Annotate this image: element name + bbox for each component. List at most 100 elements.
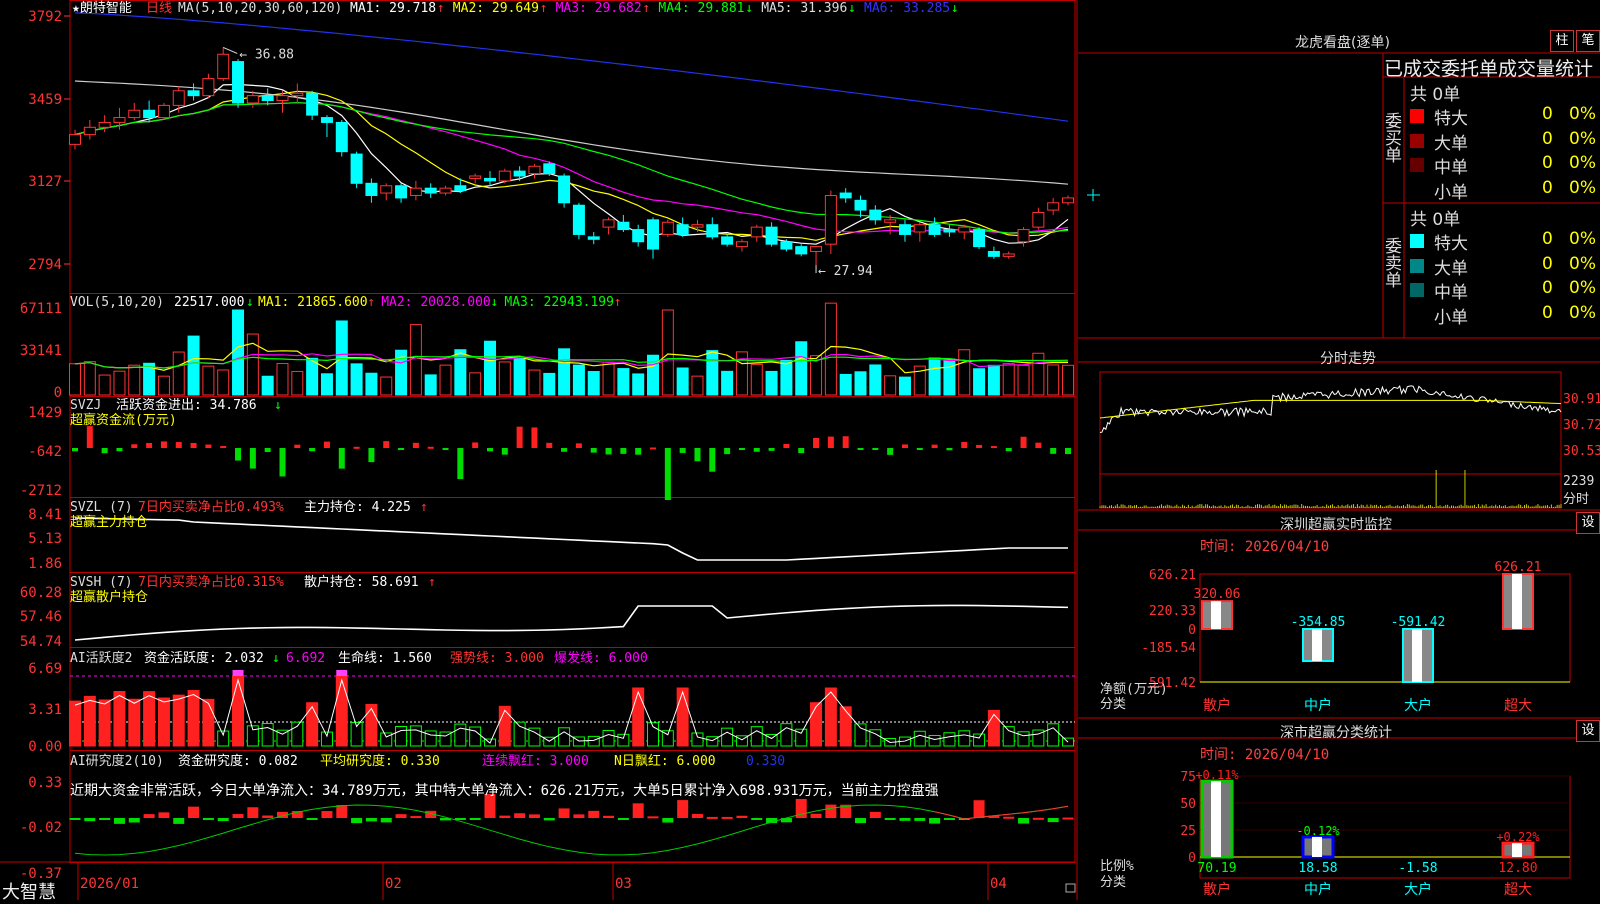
fl-value-label: 18.58 — [1298, 861, 1337, 876]
svzl-net-ratio: 7日内买卖净占比0.493% — [138, 499, 284, 515]
ai1-life-line: 生命线: 1.560 — [338, 650, 432, 666]
fund-flow-bar — [872, 448, 879, 450]
volume-bar — [839, 373, 852, 396]
category-settings-button[interactable]: 设 — [1576, 720, 1600, 742]
bar-mode-button[interactable]: 柱 — [1550, 30, 1574, 52]
research-bar — [69, 818, 81, 820]
main-chart-canvas[interactable]: 3792 3459 3127 2794 ← 36.88 ← 27.94 ★朗特智能 日线 MA(… — [0, 0, 1600, 900]
candle-body — [1017, 229, 1030, 243]
research-bar — [914, 818, 926, 821]
candle-body — [691, 224, 704, 228]
volume-bar — [987, 364, 1000, 396]
fund-flow-bar — [160, 441, 167, 448]
ma-value-1: MA1: 29.718 — [350, 1, 436, 16]
activity-bar — [172, 694, 185, 747]
vol-title: VOL(5,10,20) — [70, 295, 164, 310]
fund-flow-bar — [472, 442, 479, 448]
activity-bar — [157, 697, 170, 747]
research-bar — [128, 818, 140, 823]
intraday-avg-line — [1099, 399, 1562, 419]
ma-value-4: MA4: 29.881 — [658, 1, 744, 16]
sz-value-label: 626.21 — [1495, 560, 1542, 575]
candle-body — [898, 224, 911, 235]
fund-flow-bar — [457, 448, 464, 480]
fl-bar-highlight — [1312, 836, 1322, 857]
sz-settings-button[interactable]: 设 — [1576, 512, 1600, 534]
fl-category: 中户 — [1304, 881, 1332, 898]
ai2-consecutive-red: 连续飘红: 3.000 — [482, 753, 589, 769]
volume-bar — [113, 370, 126, 396]
candle-body — [469, 175, 482, 179]
intraday-title: 分时走势 — [1320, 351, 1376, 367]
activity-bar — [1017, 731, 1030, 747]
volume-bar — [884, 375, 897, 396]
fund-flow-bar — [679, 448, 686, 453]
candle-body — [143, 109, 156, 119]
activity-bar — [973, 733, 986, 747]
candle-body — [543, 163, 556, 175]
vol-y-tick: 67111 — [20, 301, 62, 317]
activity-bar — [750, 726, 763, 747]
candle-body — [172, 90, 185, 106]
sell-row: 中单 0 0% — [1404, 278, 1600, 303]
research-bar — [603, 815, 615, 818]
activity-bar — [602, 730, 615, 747]
svsh-y-tick: 57.46 — [20, 609, 62, 625]
svzj-y-tick: 1429 — [28, 405, 62, 421]
stock-name: ★朗特智能 — [72, 1, 132, 16]
research-bar — [706, 816, 718, 819]
fund-flow-bar — [842, 436, 849, 448]
fund-flow-bar — [575, 443, 582, 448]
activity-bar — [839, 706, 852, 747]
sz-monitor-time: 时间: 2026/04/10 — [1200, 539, 1330, 555]
candle-body — [587, 236, 600, 240]
candle-body — [839, 192, 852, 199]
activity-bar — [810, 702, 823, 747]
volume-bar — [498, 361, 511, 396]
research-bar — [617, 818, 629, 820]
volume-bar — [202, 365, 215, 396]
research-bar — [588, 810, 600, 818]
volume-bar — [854, 371, 867, 396]
svzj-subtitle: 超赢资金流(万元) — [70, 412, 177, 428]
fund-flow-bar — [531, 427, 538, 448]
volume-bar — [1002, 363, 1015, 396]
sz-value-label: -354.85 — [1291, 615, 1346, 630]
fund-flow-bar — [976, 444, 983, 448]
research-bar — [514, 813, 526, 818]
sell-percent: 0% — [1569, 302, 1596, 323]
volume-bar — [632, 373, 645, 396]
research-bar — [899, 818, 911, 821]
vol-ma-arrow-1: ↑ — [367, 295, 375, 310]
fund-flow-bar — [501, 448, 508, 455]
research-bar — [662, 818, 674, 823]
fund-flow-bar — [294, 444, 301, 448]
xaxis-label: 03 — [615, 876, 632, 892]
sell-label: 特大 — [1434, 234, 1468, 254]
fund-flow-bar — [783, 443, 790, 448]
buy-row: 特大 0 0% — [1404, 104, 1600, 129]
candle-body — [306, 92, 319, 116]
volume-bar — [157, 375, 170, 396]
buy-label: 中单 — [1434, 158, 1468, 178]
candle-body — [439, 187, 452, 194]
volume-bar — [676, 367, 689, 396]
activity-bar — [632, 687, 645, 747]
ma10-line — [74, 90, 1069, 241]
fund-flow-bar — [353, 446, 360, 449]
intraday-y-tick: 30.53 — [1563, 444, 1600, 459]
candle-body — [98, 121, 111, 128]
tick-mode-button[interactable]: 笔 — [1576, 30, 1600, 52]
fund-flow-bar — [1005, 448, 1012, 452]
candle-body — [83, 126, 96, 136]
activity-bar — [691, 732, 704, 747]
activity-bar — [1002, 726, 1015, 747]
volume-bar — [306, 357, 319, 396]
fund-flow-bar — [768, 448, 775, 451]
sell-label: 小单 — [1434, 307, 1468, 328]
research-bar — [247, 807, 259, 818]
ai1-active-value: 资金活跃度: 2.032 — [144, 650, 264, 666]
color-swatch-icon — [1410, 283, 1424, 297]
sell-row: 小单 0 0% — [1404, 302, 1600, 328]
ai1-strong-line: 强势线: 3.000 — [450, 650, 544, 666]
